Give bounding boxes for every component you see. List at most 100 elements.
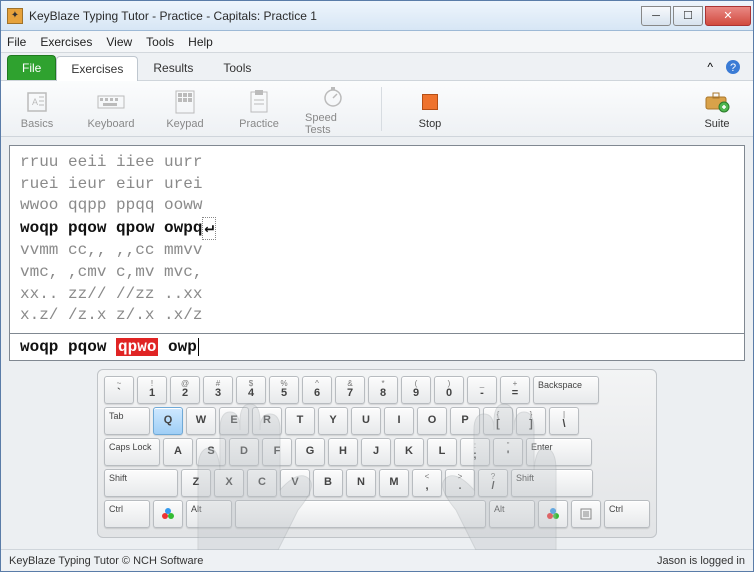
key-d[interactable]: D [229,438,259,466]
key-alt-right[interactable]: Alt [489,500,535,528]
window-title: KeyBlaze Typing Tutor - Practice - Capit… [29,9,641,23]
key-x[interactable]: X [214,469,244,497]
key-tab[interactable]: Tab [104,407,150,435]
tab-file[interactable]: File [7,55,56,80]
key-punct[interactable]: :; [460,438,490,466]
tool-stop[interactable]: Stop [402,88,458,130]
minimize-button[interactable]: ─ [641,6,671,26]
tool-keyboard[interactable]: Keyboard [83,88,139,130]
key-n[interactable]: N [346,469,376,497]
lesson-line: rruu eeii iiee uurr [20,152,734,174]
key-u[interactable]: U [351,407,381,435]
key-7[interactable]: &7 [335,376,365,404]
key-m[interactable]: M [379,469,409,497]
key-q[interactable]: Q [153,407,183,435]
key-k[interactable]: K [394,438,424,466]
key-win-right[interactable] [538,500,568,528]
typing-error: qpwo [116,338,158,356]
key-punct[interactable]: <, [412,469,442,497]
close-button[interactable]: ✕ [705,6,751,26]
keyboard-icon [97,88,125,116]
virtual-keyboard: ~`!1@2#3$4%5^6&7*8(9)0_-+=Backspace TabQ… [97,369,657,538]
key-alt-left[interactable]: Alt [186,500,232,528]
keypad-icon [171,88,199,116]
key-h[interactable]: H [328,438,358,466]
tab-tools[interactable]: Tools [208,55,266,80]
key-menu[interactable] [571,500,601,528]
statusbar: KeyBlaze Typing Tutor © NCH Software Jas… [1,549,753,571]
lesson-line: wwoo qqpp ppqq ooww [20,195,734,217]
key-p[interactable]: P [450,407,480,435]
tab-exercises[interactable]: Exercises [56,56,138,81]
typing-input[interactable]: woqp pqow qpwo owp [9,334,745,361]
tool-keypad[interactable]: Keypad [157,88,213,130]
key-shift-left[interactable]: Shift [104,469,178,497]
lesson-current-line: woqp pqow qpow owpq↵ [20,217,734,241]
key-enter[interactable]: Enter [526,438,592,466]
key-f[interactable]: F [262,438,292,466]
key-v[interactable]: V [280,469,310,497]
key-0[interactable]: )0 [434,376,464,404]
key-y[interactable]: Y [318,407,348,435]
key-6[interactable]: ^6 [302,376,332,404]
key-b[interactable]: B [313,469,343,497]
key-`[interactable]: ~` [104,376,134,404]
help-icon[interactable]: ? [719,56,747,78]
key-t[interactable]: T [285,407,315,435]
key-=[interactable]: += [500,376,530,404]
tool-practice[interactable]: Practice [231,88,287,130]
text-caret [198,338,199,356]
tool-basics[interactable]: A Basics [9,88,65,130]
key-win-left[interactable] [153,500,183,528]
menubar: File Exercises View Tools Help [1,31,753,53]
key-j[interactable]: J [361,438,391,466]
key-\[interactable]: |\ [549,407,579,435]
key-][interactable]: }] [516,407,546,435]
key-e[interactable]: E [219,407,249,435]
content-area: rruu eeii iiee uurrruei ieur eiur ureiww… [1,137,753,549]
key-ctrl-right[interactable]: Ctrl [604,500,650,528]
key-punct[interactable]: ?/ [478,469,508,497]
maximize-button[interactable]: ☐ [673,6,703,26]
key-5[interactable]: %5 [269,376,299,404]
menu-view[interactable]: View [106,35,132,49]
tool-suite[interactable]: Suite [689,88,745,130]
ribbon-tabs: File Exercises Results Tools ^ ? [1,53,753,81]
key-o[interactable]: O [417,407,447,435]
key-s[interactable]: S [196,438,226,466]
key-ctrl-left[interactable]: Ctrl [104,500,150,528]
key-2[interactable]: @2 [170,376,200,404]
menu-help[interactable]: Help [188,35,213,49]
key-4[interactable]: $4 [236,376,266,404]
key-c[interactable]: C [247,469,277,497]
key-z[interactable]: Z [181,469,211,497]
basics-icon: A [23,88,51,116]
key-punct[interactable]: >. [445,469,475,497]
key-space[interactable] [235,500,486,528]
key-1[interactable]: !1 [137,376,167,404]
status-left: KeyBlaze Typing Tutor © NCH Software [9,555,203,567]
lesson-line: xx.. zz// //zz ..xx [20,284,734,306]
tab-results[interactable]: Results [138,55,208,80]
key-g[interactable]: G [295,438,325,466]
key-8[interactable]: *8 [368,376,398,404]
key-r[interactable]: R [252,407,282,435]
tool-speed-tests[interactable]: Speed Tests [305,82,361,136]
menu-exercises[interactable]: Exercises [40,35,92,49]
menu-tools[interactable]: Tools [146,35,174,49]
key-backspace[interactable]: Backspace [533,376,599,404]
key-[[interactable]: {[ [483,407,513,435]
key-punct[interactable]: "' [493,438,523,466]
key-9[interactable]: (9 [401,376,431,404]
collapse-ribbon-icon[interactable]: ^ [701,57,719,77]
key--[interactable]: _- [467,376,497,404]
key-w[interactable]: W [186,407,216,435]
key-i[interactable]: I [384,407,414,435]
menu-file[interactable]: File [7,35,26,49]
key-capslock[interactable]: Caps Lock [104,438,160,466]
key-shift-right[interactable]: Shift [511,469,593,497]
key-a[interactable]: A [163,438,193,466]
key-l[interactable]: L [427,438,457,466]
key-3[interactable]: #3 [203,376,233,404]
toolbar-separator [381,87,382,131]
